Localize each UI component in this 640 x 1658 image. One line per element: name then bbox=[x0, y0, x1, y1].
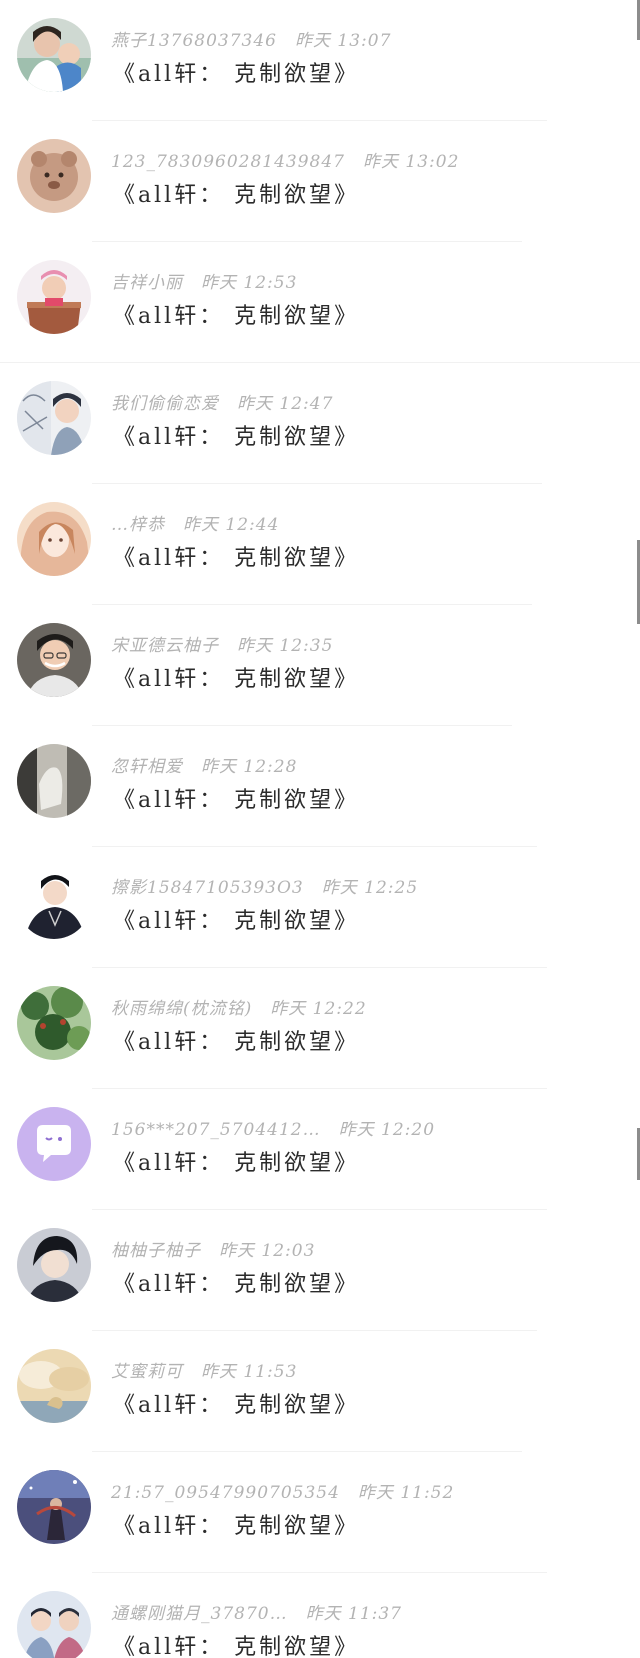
avatar[interactable] bbox=[17, 502, 91, 576]
list-item[interactable]: 我们偷偷恋爱 昨天 12:47 《all轩： 克制欲望》 bbox=[0, 363, 640, 484]
username[interactable]: 擦影15847105393O3 bbox=[111, 878, 304, 898]
avatar[interactable] bbox=[17, 865, 91, 939]
comment-text: 《all轩： 克制欲望》 bbox=[113, 788, 360, 813]
avatar[interactable] bbox=[17, 623, 91, 697]
timestamp: 昨天 11:53 bbox=[201, 1362, 298, 1382]
avatar-photo-green-leaves bbox=[17, 986, 91, 1060]
avatar[interactable] bbox=[17, 18, 91, 92]
list-item[interactable]: 艾蜜莉可 昨天 11:53 《all轩： 克制欲望》 bbox=[0, 1331, 640, 1452]
timestamp: 昨天 13:02 bbox=[363, 152, 460, 172]
avatar-anime-girl bbox=[17, 502, 91, 576]
list-item[interactable]: 柚柚子柚子 昨天 12:03 《all轩： 克制欲望》 bbox=[0, 1210, 640, 1331]
comment-meta: …梓恭 昨天 12:44 bbox=[111, 510, 279, 535]
username[interactable]: 吉祥小丽 bbox=[111, 273, 183, 293]
timestamp: 昨天 13:07 bbox=[294, 31, 392, 51]
list-item[interactable]: 宋亚德云柚子 昨天 12:35 《all轩： 克制欲望》 bbox=[0, 605, 640, 726]
avatar-photo-cloud-sky bbox=[17, 1349, 91, 1423]
comment-meta: 吉祥小丽 昨天 12:53 bbox=[111, 268, 297, 293]
avatar-photo-boy-smiling bbox=[17, 623, 91, 697]
avatar[interactable] bbox=[17, 1349, 91, 1423]
timestamp: 昨天 12:47 bbox=[237, 394, 334, 414]
list-item[interactable]: …梓恭 昨天 12:44 《all轩： 克制欲望》 bbox=[0, 484, 640, 605]
comment-text: 《all轩： 克制欲望》 bbox=[113, 62, 360, 87]
username[interactable]: 宋亚德云柚子 bbox=[111, 636, 219, 656]
username[interactable]: 艾蜜莉可 bbox=[111, 1362, 183, 1382]
username[interactable]: 156***207_5704412… bbox=[111, 1120, 321, 1140]
avatar-photo-boy-black-hair bbox=[17, 1228, 91, 1302]
timestamp: 昨天 11:37 bbox=[305, 1604, 402, 1624]
avatar[interactable] bbox=[17, 381, 91, 455]
list-item[interactable]: 忽轩相爱 昨天 12:28 《all轩： 克制欲望》 bbox=[0, 726, 640, 847]
avatar-photo-mother-child bbox=[17, 18, 91, 92]
list-item[interactable]: 156***207_5704412… 昨天 12:20 《all轩： 克制欲望》 bbox=[0, 1089, 640, 1210]
avatar[interactable] bbox=[17, 260, 91, 334]
comment-text: 《all轩： 克制欲望》 bbox=[113, 1030, 360, 1055]
list-item[interactable]: 21:57_09547990705354 昨天 11:52 《all轩： 克制欲望… bbox=[0, 1452, 640, 1573]
avatar[interactable] bbox=[17, 986, 91, 1060]
avatar-photo-baby-in-basket bbox=[17, 260, 91, 334]
comment-meta: 通螺刚猫月_37870… 昨天 11:37 bbox=[111, 1599, 402, 1624]
comment-feed[interactable]: 燕子13768037346 昨天 13:07 《all轩： 克制欲望》 123_7… bbox=[0, 0, 640, 1658]
comment-text: 《all轩： 克制欲望》 bbox=[113, 1514, 360, 1539]
username[interactable]: 123_7830960281439847 bbox=[111, 152, 345, 172]
comment-meta: 忽轩相爱 昨天 12:28 bbox=[111, 752, 297, 777]
username[interactable]: 忽轩相爱 bbox=[111, 757, 183, 777]
timestamp: 昨天 12:44 bbox=[183, 515, 280, 535]
username[interactable]: 我们偷偷恋爱 bbox=[111, 394, 219, 414]
comment-text: 《all轩： 克制欲望》 bbox=[113, 304, 360, 329]
timestamp: 昨天 12:22 bbox=[270, 999, 367, 1019]
comment-meta: 我们偷偷恋爱 昨天 12:47 bbox=[111, 389, 333, 414]
list-item[interactable]: 吉祥小丽 昨天 12:53 《all轩： 克制欲望》 bbox=[0, 242, 640, 363]
timestamp: 昨天 12:20 bbox=[338, 1120, 436, 1140]
username[interactable]: 21:57_09547990705354 bbox=[111, 1483, 340, 1503]
avatar-photo-dim-room bbox=[17, 744, 91, 818]
comment-meta: 燕子13768037346 昨天 13:07 bbox=[111, 26, 391, 51]
comment-meta: 秋雨绵绵(枕流铭) 昨天 12:22 bbox=[111, 994, 367, 1019]
comment-text: 《all轩： 克制欲望》 bbox=[113, 1393, 360, 1418]
avatar-photo-two-boys bbox=[17, 1591, 91, 1658]
username[interactable]: 秋雨绵绵(枕流铭) bbox=[111, 999, 252, 1019]
comment-text: 《all轩： 克制欲望》 bbox=[113, 909, 360, 934]
comment-meta: 21:57_09547990705354 昨天 11:52 bbox=[111, 1478, 454, 1503]
comment-text: 《all轩： 克制欲望》 bbox=[113, 1151, 360, 1176]
comment-text: 《all轩： 克制欲望》 bbox=[113, 1635, 360, 1658]
timestamp: 昨天 12:53 bbox=[201, 273, 298, 293]
username[interactable]: …梓恭 bbox=[111, 515, 165, 535]
comment-meta: 艾蜜莉可 昨天 11:53 bbox=[111, 1357, 297, 1382]
comment-meta: 123_7830960281439847 昨天 13:02 bbox=[111, 147, 459, 172]
comment-meta: 156***207_5704412… 昨天 12:20 bbox=[111, 1115, 435, 1140]
username[interactable]: 柚柚子柚子 bbox=[111, 1241, 201, 1261]
comment-meta: 柚柚子柚子 昨天 12:03 bbox=[111, 1236, 315, 1261]
avatar[interactable] bbox=[17, 1470, 91, 1544]
chat-bubble-icon bbox=[17, 1107, 91, 1181]
avatar[interactable] bbox=[17, 139, 91, 213]
username[interactable]: 通螺刚猫月_37870… bbox=[111, 1604, 288, 1624]
list-item[interactable]: 通螺刚猫月_37870… 昨天 11:37 《all轩： 克制欲望》 bbox=[0, 1573, 640, 1658]
timestamp: 昨天 12:03 bbox=[219, 1241, 316, 1261]
avatar-cartoon-cookie-animal bbox=[17, 139, 91, 213]
avatar[interactable] bbox=[17, 1228, 91, 1302]
comment-text: 《all轩： 克制欲望》 bbox=[113, 546, 360, 571]
timestamp: 昨天 12:25 bbox=[321, 878, 419, 898]
timestamp: 昨天 12:35 bbox=[237, 636, 334, 656]
avatar[interactable] bbox=[17, 1107, 91, 1181]
list-item[interactable]: 擦影15847105393O3 昨天 12:25 《all轩： 克制欲望》 bbox=[0, 847, 640, 968]
list-item[interactable]: 秋雨绵绵(枕流铭) 昨天 12:22 《all轩： 克制欲望》 bbox=[0, 968, 640, 1089]
comment-text: 《all轩： 克制欲望》 bbox=[113, 667, 360, 692]
avatar[interactable] bbox=[17, 1591, 91, 1658]
avatar[interactable] bbox=[17, 744, 91, 818]
avatar-art-night-sky-figure bbox=[17, 1470, 91, 1544]
comment-text: 《all轩： 克制欲望》 bbox=[113, 1272, 360, 1297]
list-item[interactable]: 123_7830960281439847 昨天 13:02 《all轩： 克制欲望… bbox=[0, 121, 640, 242]
timestamp: 昨天 12:28 bbox=[201, 757, 298, 777]
avatar-sketch-and-photo-boy bbox=[17, 381, 91, 455]
comment-meta: 擦影15847105393O3 昨天 12:25 bbox=[111, 873, 418, 898]
comment-text: 《all轩： 克制欲望》 bbox=[113, 183, 360, 208]
timestamp: 昨天 11:52 bbox=[357, 1483, 455, 1503]
comment-text: 《all轩： 克制欲望》 bbox=[113, 425, 360, 450]
list-item[interactable]: 燕子13768037346 昨天 13:07 《all轩： 克制欲望》 bbox=[0, 0, 640, 121]
avatar-photo-boy-dark bbox=[17, 865, 91, 939]
username[interactable]: 燕子13768037346 bbox=[111, 31, 277, 51]
comment-meta: 宋亚德云柚子 昨天 12:35 bbox=[111, 631, 333, 656]
